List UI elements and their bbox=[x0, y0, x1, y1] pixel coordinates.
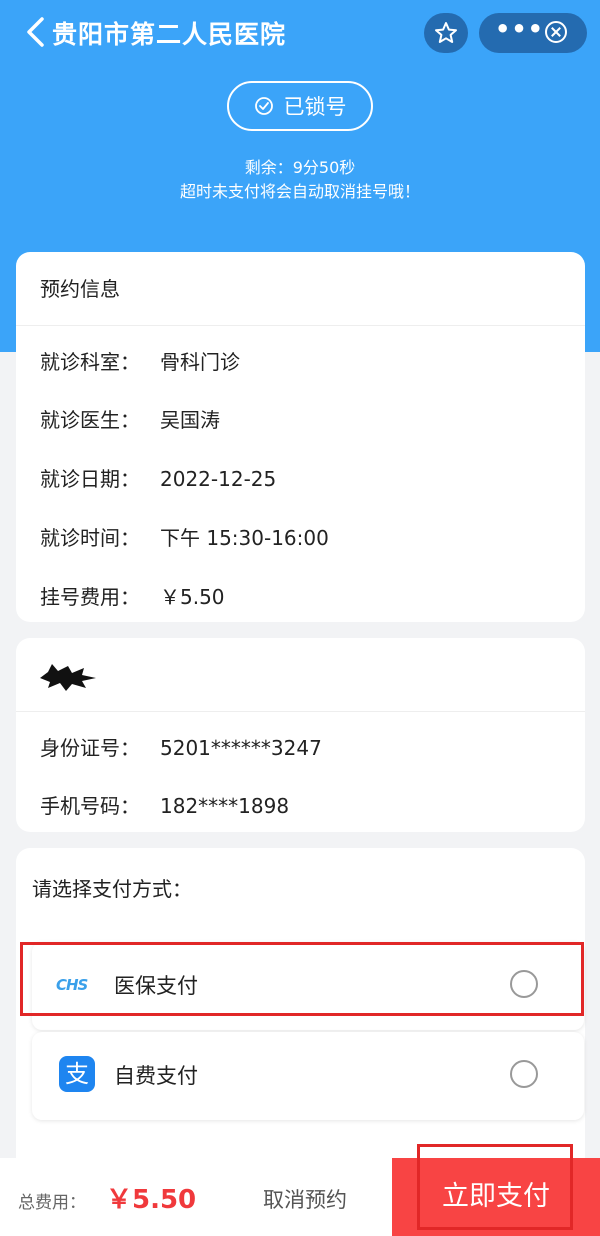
lock-status-badge: 已锁号 bbox=[227, 81, 373, 131]
info-row-department: 就诊科室： 骨科门诊 bbox=[40, 346, 240, 375]
highlight-box bbox=[417, 1144, 573, 1230]
mini-program-capsule: ••• bbox=[479, 13, 587, 53]
info-row-date: 就诊日期： 2022-12-25 bbox=[40, 463, 276, 492]
payment-title: 请选择支付方式： bbox=[32, 877, 192, 901]
lock-status-text: 已锁号 bbox=[283, 95, 347, 119]
more-menu-icon[interactable]: ••• bbox=[495, 15, 544, 43]
alipay-icon: 支 bbox=[59, 1056, 95, 1092]
info-row-phone: 手机号码： 182****1898 bbox=[40, 790, 289, 819]
row-value: 吴国涛 bbox=[160, 408, 220, 432]
payment-option-self-pay[interactable]: 支 自费支付 bbox=[32, 1032, 584, 1120]
row-label: 就诊时间： bbox=[40, 526, 140, 550]
row-label: 就诊医生： bbox=[40, 408, 140, 432]
page-title: 贵阳市第二人民医院 bbox=[52, 20, 287, 49]
row-label: 挂号费用： bbox=[40, 585, 140, 609]
info-row-time: 就诊时间： 下午 15:30-16:00 bbox=[40, 522, 329, 551]
row-value: 骨科门诊 bbox=[160, 350, 240, 374]
patient-name-header bbox=[16, 638, 585, 712]
star-icon bbox=[435, 22, 457, 43]
radio-button[interactable] bbox=[510, 1060, 538, 1088]
row-value: 2022-12-25 bbox=[160, 467, 277, 491]
navigation-bar: 贵阳市第二人民医院 ••• bbox=[0, 0, 600, 66]
row-label: 手机号码： bbox=[40, 794, 140, 818]
favorite-button[interactable] bbox=[424, 13, 468, 53]
back-arrow-icon[interactable] bbox=[22, 14, 52, 50]
row-label: 就诊科室： bbox=[40, 350, 140, 374]
redacted-name-scribble bbox=[40, 664, 96, 691]
row-value: 182****1898 bbox=[160, 794, 290, 818]
close-icon[interactable] bbox=[545, 21, 567, 43]
highlight-box bbox=[20, 942, 584, 1016]
row-value: 下午 15:30-16:00 bbox=[160, 526, 329, 550]
timeout-notice: 超时未支付将会自动取消挂号哦！ bbox=[179, 182, 420, 201]
info-row-id-number: 身份证号： 5201******3247 bbox=[40, 732, 322, 761]
remaining-time: 剩余：9分50秒 bbox=[244, 158, 356, 177]
info-row-fee: 挂号费用： ￥5.50 bbox=[40, 581, 225, 610]
patient-info-card: 身份证号： 5201******3247 手机号码： 182****1898 bbox=[16, 638, 585, 832]
info-row-doctor: 就诊医生： 吴国涛 bbox=[40, 404, 220, 433]
total-label: 总费用： bbox=[18, 1193, 86, 1213]
payment-option-label: 自费支付 bbox=[114, 1064, 198, 1088]
appointment-info-card: 预约信息 就诊科室： 骨科门诊 就诊医生： 吴国涛 就诊日期： 2022-12-25 … bbox=[16, 252, 585, 622]
total-amount: ￥5.50 bbox=[106, 1185, 197, 1215]
cancel-appointment-button[interactable]: 取消预约 bbox=[263, 1184, 347, 1214]
check-circle-icon bbox=[254, 97, 273, 115]
row-label: 就诊日期： bbox=[40, 467, 140, 491]
section-title: 预约信息 bbox=[16, 252, 585, 326]
row-value: ￥5.50 bbox=[160, 585, 225, 609]
row-value: 5201******3247 bbox=[160, 736, 322, 760]
row-label: 身份证号： bbox=[40, 736, 140, 760]
